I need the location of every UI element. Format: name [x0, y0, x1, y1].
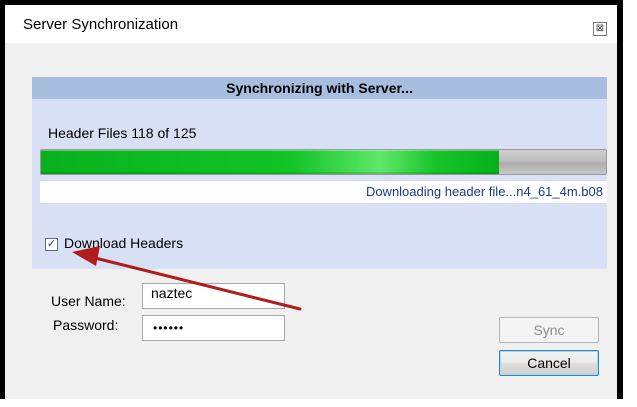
- status-text: Downloading header file...n4_61_4m.b08: [365, 184, 603, 199]
- password-label: Password:: [53, 317, 119, 333]
- download-headers-checkbox[interactable]: ✓: [45, 238, 58, 251]
- sync-panel-header: Synchronizing with Server...: [32, 77, 607, 99]
- progress-bar: [40, 149, 607, 175]
- user-name-label: User Name:: [51, 293, 126, 309]
- window-title: Server Synchronization: [23, 16, 179, 33]
- password-input[interactable]: ••••••: [142, 315, 285, 341]
- progress-bar-fill: [41, 150, 499, 174]
- dialog-window: Server Synchronization ⊠ Synchronizing w…: [0, 0, 623, 399]
- sync-panel: Synchronizing with Server... Header File…: [32, 77, 607, 269]
- user-name-input[interactable]: naztec: [142, 283, 285, 309]
- download-headers-label[interactable]: Download Headers: [64, 235, 183, 251]
- close-icon[interactable]: ⊠: [593, 22, 607, 36]
- title-bar: Server Synchronization ⊠: [5, 5, 617, 44]
- status-box: Downloading header file...n4_61_4m.b08: [40, 181, 607, 203]
- files-progress-label: Header Files 118 of 125: [48, 125, 197, 141]
- sync-button[interactable]: Sync: [499, 317, 599, 343]
- cancel-button[interactable]: Cancel: [499, 350, 599, 376]
